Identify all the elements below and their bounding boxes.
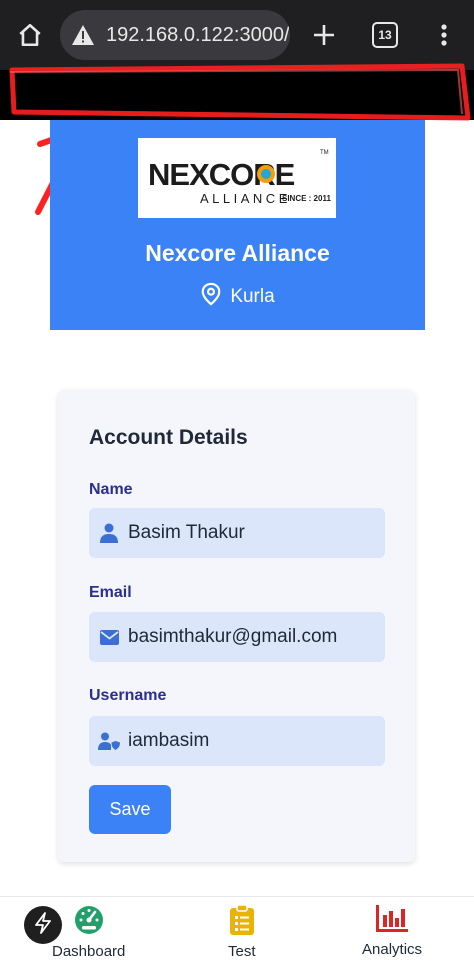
- tab-count: 13: [378, 28, 392, 42]
- save-button[interactable]: Save: [89, 785, 171, 834]
- address-bar[interactable]: 192.168.0.122:3000/: [60, 10, 290, 60]
- account-details-card: Account Details Name Basim Thakur Email …: [58, 390, 415, 862]
- tab-switcher-button[interactable]: 13: [372, 22, 398, 48]
- user-icon: [98, 522, 120, 544]
- nav-item-analytics[interactable]: Analytics: [362, 905, 422, 958]
- more-vert-icon[interactable]: [426, 17, 462, 53]
- bolt-fab-button[interactable]: [24, 906, 62, 944]
- username-value: iambasim: [128, 730, 210, 751]
- bar-chart-icon: [376, 905, 409, 938]
- clipboard-list-icon: [229, 904, 255, 940]
- username-label: Username: [89, 687, 167, 704]
- map-pin-icon: [200, 282, 222, 312]
- company-hero: NEXCORE ALLIANCE SINCE : 2011 TM Nexcore…: [50, 120, 425, 330]
- warning-icon[interactable]: [68, 20, 98, 50]
- url-text: 192.168.0.122:3000/: [106, 23, 290, 46]
- svg-text:TM: TM: [320, 150, 329, 156]
- company-logo: NEXCORE ALLIANCE SINCE : 2011 TM: [138, 138, 336, 218]
- nav-item-dashboard[interactable]: Dashboard: [52, 905, 125, 960]
- email-value: basimthakur@gmail.com: [128, 626, 338, 647]
- nav-label-analytics: Analytics: [362, 941, 423, 958]
- card-title: Account Details: [89, 426, 248, 449]
- browser-toolbar: 192.168.0.122:3000/ 13: [0, 0, 474, 70]
- plus-icon[interactable]: [306, 17, 342, 53]
- name-label: Name: [89, 481, 133, 498]
- name-value: Basim Thakur: [128, 522, 245, 543]
- nav-item-test[interactable]: Test: [228, 904, 256, 960]
- bolt-icon: [34, 911, 52, 939]
- nav-label-dashboard: Dashboard: [52, 943, 126, 960]
- user-shield-icon: [98, 730, 120, 752]
- username-field[interactable]: iambasim: [89, 716, 385, 766]
- home-icon[interactable]: [12, 17, 48, 53]
- company-name: Nexcore Alliance: [145, 240, 330, 266]
- svg-text:SINCE : 2011: SINCE : 2011: [282, 194, 331, 203]
- email-label: Email: [89, 584, 132, 601]
- nav-label-test: Test: [228, 943, 256, 960]
- redacted-area: [0, 70, 474, 120]
- name-field[interactable]: Basim Thakur: [89, 508, 385, 558]
- email-field[interactable]: basimthakur@gmail.com: [89, 612, 385, 662]
- location-text: Kurla: [230, 286, 275, 307]
- bottom-navigation: Dashboard Test Analytics: [0, 896, 474, 964]
- svg-text:ALLIANCE: ALLIANCE: [200, 191, 291, 206]
- gauge-icon: [73, 905, 105, 940]
- envelope-icon: [98, 626, 120, 648]
- company-location: Kurla: [50, 282, 425, 312]
